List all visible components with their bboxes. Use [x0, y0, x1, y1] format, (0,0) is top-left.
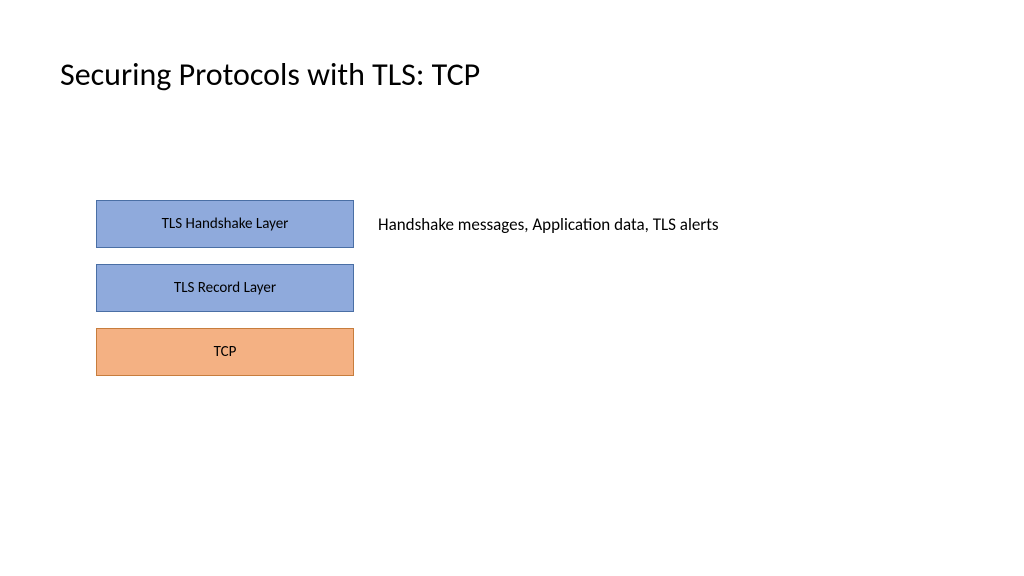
layer-label: TLS Record Layer	[174, 279, 276, 297]
layer-label: TCP	[214, 343, 237, 361]
layer-tcp: TCP	[96, 328, 354, 376]
slide-title: Securing Protocols with TLS: TCP	[60, 55, 480, 94]
protocol-stack: TLS Handshake Layer TLS Record Layer TCP	[96, 200, 354, 376]
layer-tls-record: TLS Record Layer	[96, 264, 354, 312]
layer-label: TLS Handshake Layer	[162, 215, 289, 233]
handshake-annotation: Handshake messages, Application data, TL…	[378, 214, 719, 235]
layer-tls-handshake: TLS Handshake Layer	[96, 200, 354, 248]
